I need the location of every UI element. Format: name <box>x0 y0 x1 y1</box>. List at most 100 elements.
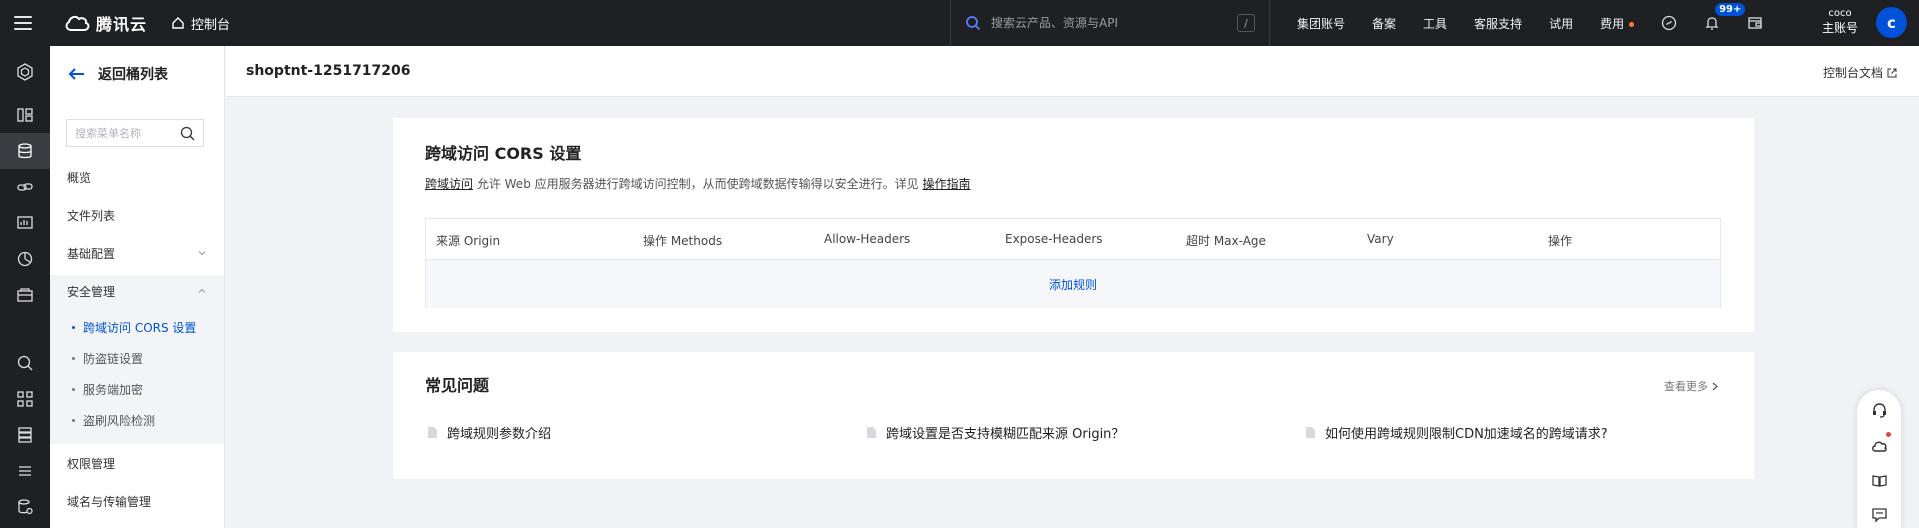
cloud-assistant-icon[interactable] <box>1869 432 1891 455</box>
search-icon[interactable] <box>180 126 195 141</box>
cors-desc-text: 允许 Web 应用服务器进行跨域访问控制，从而使跨域数据传输得以安全进行。详见 <box>473 177 923 191</box>
floating-help-panel <box>1857 390 1901 528</box>
menu-icon[interactable] <box>0 0 46 46</box>
column-header: 超时 Max-Age <box>1186 234 1266 248</box>
page-header: shoptnt-1251717206 控制台文档 <box>226 46 1919 97</box>
bullet-dot <box>72 419 75 422</box>
top-navbar: 腾讯云 控制台 / 集团账号 备案 工具 客服支持 试用 费用 99+ <box>0 0 1919 46</box>
global-search-input[interactable] <box>991 16 1237 30</box>
rail-monitor-icon[interactable] <box>0 205 50 241</box>
notification-dot <box>1886 432 1891 437</box>
billing-dot-indicator <box>1629 21 1635 27</box>
rail-chart-icon[interactable] <box>0 241 50 277</box>
bullet-dot <box>72 388 75 391</box>
cors-description: 跨域访问 允许 Web 应用服务器进行跨域访问控制，从而使跨域数据传输得以安全进… <box>425 175 970 192</box>
sidebar-subitem-risk-detection[interactable]: 盗刷风险检测 <box>50 405 224 435</box>
cors-link[interactable]: 跨域访问 <box>425 177 473 191</box>
rail-list-icon[interactable] <box>0 453 50 489</box>
brand-name: 腾讯云 <box>96 15 148 34</box>
customer-service-icon[interactable] <box>1869 400 1889 420</box>
sidebar-subitem-hotlink[interactable]: 防盗链设置 <box>50 343 224 373</box>
column-header: 来源 Origin <box>436 234 501 248</box>
arrow-left-icon <box>68 68 84 80</box>
external-link-icon <box>1887 68 1897 77</box>
faq-item[interactable]: 跨域规则参数介绍 <box>427 423 551 442</box>
mini-program-icon[interactable] <box>1661 15 1677 31</box>
add-rule-button[interactable]: 添加规则 <box>1049 276 1097 293</box>
nav-billing[interactable]: 费用 <box>1600 15 1635 32</box>
nav-tools[interactable]: 工具 <box>1423 15 1447 32</box>
account-menu[interactable]: coco 主账号 <box>1822 7 1858 35</box>
menu-search-input[interactable] <box>75 126 180 140</box>
rail-grid-icon[interactable] <box>0 381 50 417</box>
account-name: coco <box>1828 8 1852 19</box>
product-icon-rail <box>0 46 50 528</box>
cors-title: 跨域访问 CORS 设置 <box>425 144 582 163</box>
account-type: 主账号 <box>1822 21 1859 35</box>
column-header: Allow-Headers <box>824 232 911 246</box>
sidebar-subitem-label: 服务端加密 <box>83 382 144 397</box>
back-to-bucket-list[interactable]: 返回桶列表 <box>68 64 168 84</box>
feedback-icon[interactable] <box>1869 504 1889 524</box>
nav-icp[interactable]: 备案 <box>1372 15 1396 32</box>
table-header: 来源 Origin 操作 Methods Allow-Headers Expos… <box>426 219 1720 260</box>
document-icon <box>867 427 876 438</box>
menu-search[interactable] <box>66 119 204 147</box>
rail-box-icon[interactable] <box>0 277 50 313</box>
rail-database-settings-icon[interactable] <box>0 489 50 525</box>
sidebar-subitem-encryption[interactable]: 服务端加密 <box>50 374 224 404</box>
back-label: 返回桶列表 <box>98 67 168 83</box>
console-home-link[interactable]: 控制台 <box>171 14 230 33</box>
sidebar-subitem-cors[interactable]: 跨域访问 CORS 设置 <box>50 312 224 342</box>
bell-icon[interactable]: 99+ <box>1704 2 1747 31</box>
avatar[interactable]: c <box>1876 7 1907 38</box>
table-empty-row: 添加规则 <box>426 260 1720 308</box>
rail-database-icon[interactable] <box>0 417 50 453</box>
nav-trial[interactable]: 试用 <box>1549 15 1573 32</box>
doc-link-label: 控制台文档 <box>1822 66 1883 80</box>
column-header: Vary <box>1367 232 1394 246</box>
wallet-icon[interactable] <box>1747 15 1763 31</box>
chevron-right-icon <box>1712 382 1718 390</box>
search-shortcut-key: / <box>1237 14 1255 32</box>
document-icon <box>428 427 437 438</box>
document-icon <box>1306 427 1315 438</box>
chevron-up-icon <box>198 288 206 293</box>
sidebar-item-basic-config[interactable]: 基础配置 <box>50 235 224 271</box>
sidebar-item-security[interactable]: 安全管理 <box>50 273 224 309</box>
faq-item-label: 跨域规则参数介绍 <box>447 427 552 442</box>
chevron-down-icon <box>198 251 206 256</box>
global-search[interactable]: / <box>950 0 1270 46</box>
column-header: 操作 <box>1548 234 1573 248</box>
sidebar-item-overview[interactable]: 概览 <box>50 159 224 195</box>
notification-badge: 99+ <box>1714 2 1747 17</box>
column-header: Expose-Headers <box>1005 232 1103 246</box>
rail-dashboard-icon[interactable] <box>0 97 50 133</box>
sidebar-item-permission[interactable]: 权限管理 <box>50 445 224 481</box>
view-more-link[interactable]: 查看更多 <box>1664 378 1718 394</box>
sidebar-item-label: 安全管理 <box>67 284 116 299</box>
nav-billing-label: 费用 <box>1600 16 1625 31</box>
cloud-logo-icon <box>65 15 90 31</box>
top-nav-menu: 集团账号 备案 工具 客服支持 试用 费用 99+ <box>1297 0 1763 46</box>
sidebar-item-domain[interactable]: 域名与传输管理 <box>50 483 224 519</box>
guide-link[interactable]: 操作指南 <box>922 177 970 191</box>
column-header: 操作 Methods <box>643 234 723 248</box>
faq-item[interactable]: 跨域设置是否支持模糊匹配来源 Origin？ <box>866 423 1124 442</box>
page-title: shoptnt-1251717206 <box>246 63 411 79</box>
sidebar: 返回桶列表 概览 文件列表 基础配置 安全管理 跨域访问 CORS 设置 防盗链… <box>50 46 225 528</box>
rail-storage-icon[interactable] <box>0 133 50 169</box>
faq-card: 常见问题 查看更多 跨域规则参数介绍 跨域设置是否支持模糊匹配来源 Origin… <box>393 352 1754 479</box>
rail-search-plus-icon[interactable] <box>0 345 50 381</box>
brand-logo[interactable]: 腾讯云 <box>64 11 147 35</box>
nav-support[interactable]: 客服支持 <box>1474 15 1522 32</box>
console-doc-link[interactable]: 控制台文档 <box>1823 64 1897 81</box>
faq-item[interactable]: 如何使用跨域规则限制CDN加速域名的跨域请求? <box>1305 423 1608 442</box>
rail-cube-icon[interactable] <box>0 54 50 90</box>
console-label: 控制台 <box>191 17 231 33</box>
nav-group-account[interactable]: 集团账号 <box>1297 15 1345 32</box>
sidebar-item-files[interactable]: 文件列表 <box>50 197 224 233</box>
cors-card: 跨域访问 CORS 设置 跨域访问 允许 Web 应用服务器进行跨域访问控制，从… <box>393 118 1754 332</box>
book-icon[interactable] <box>1869 470 1889 490</box>
rail-link-icon[interactable] <box>0 169 50 205</box>
